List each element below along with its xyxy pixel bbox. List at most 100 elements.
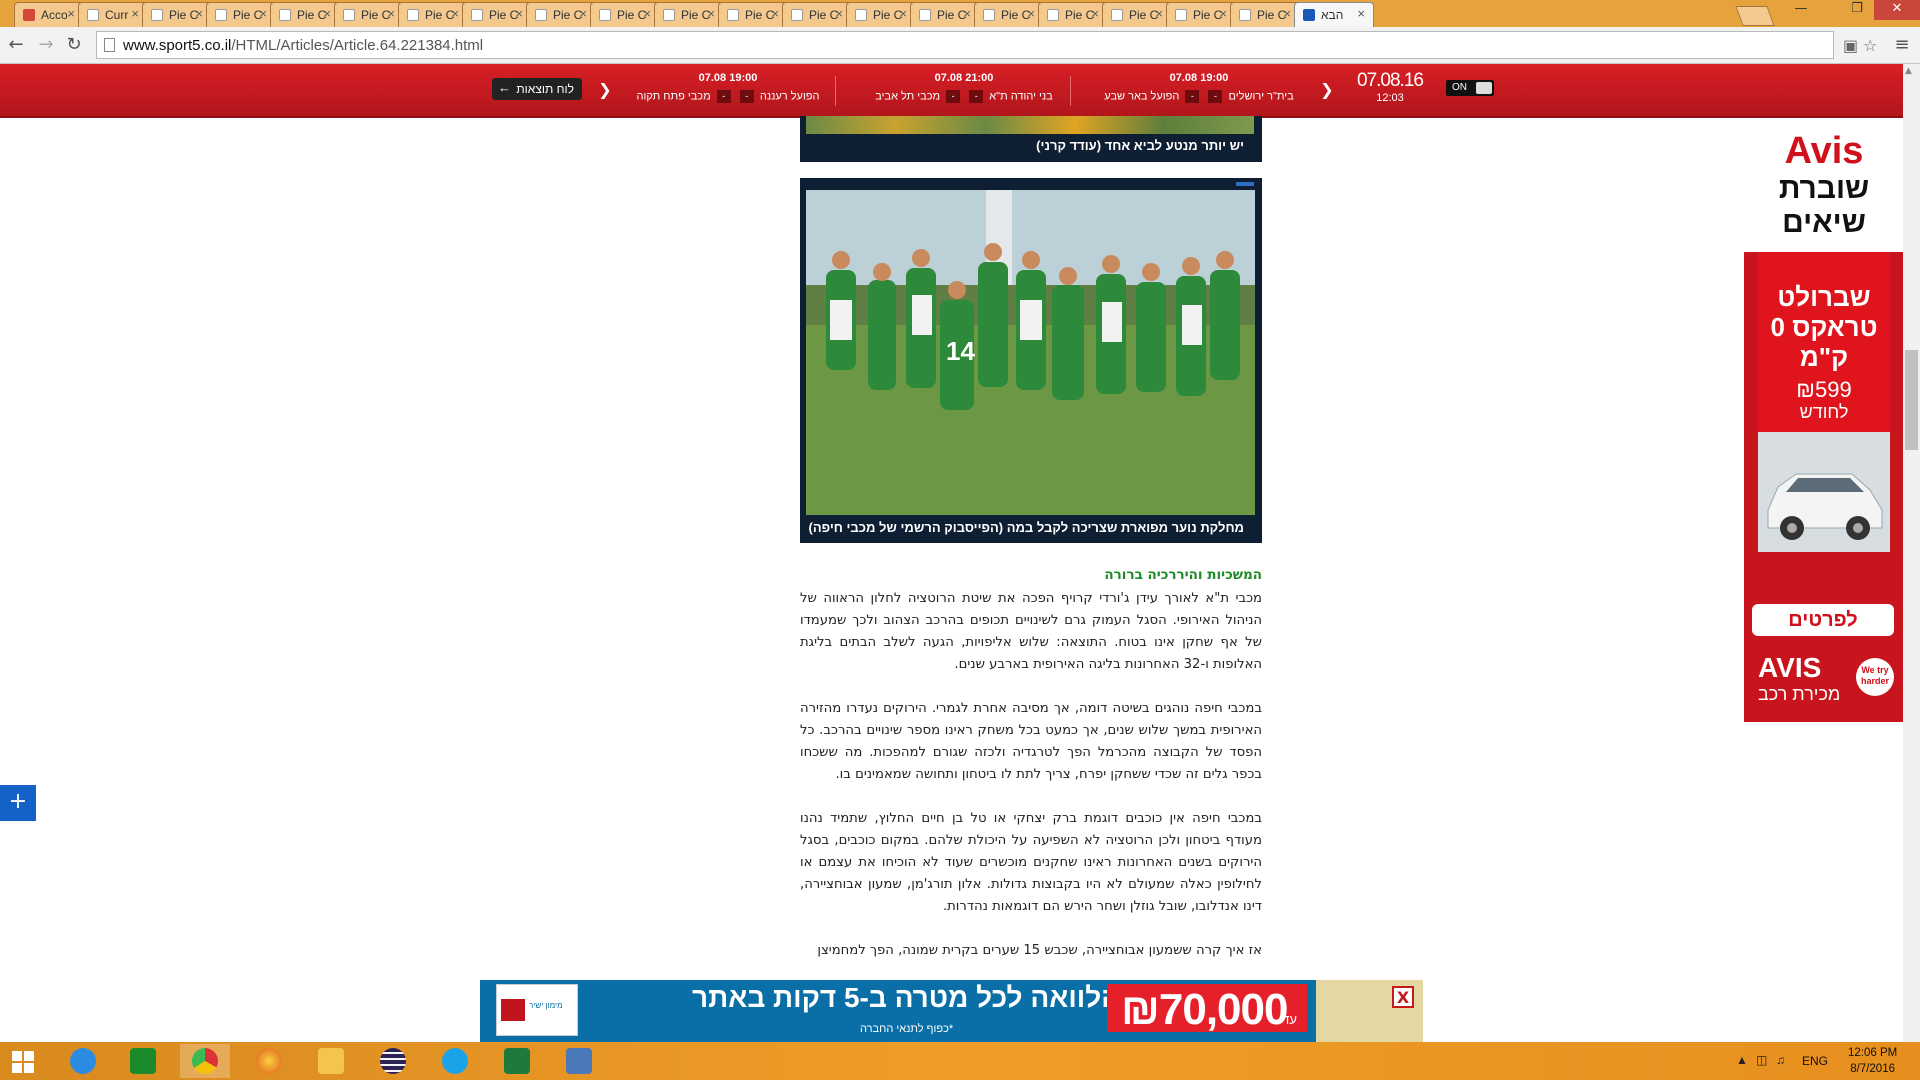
browser-tab[interactable]: Pie C × [1166, 2, 1236, 27]
game-3[interactable]: 07.08 19:00 הפועל רעננה - - מכבי פתח תקו… [622, 70, 834, 112]
browser-tab[interactable]: Pie C × [654, 2, 724, 27]
start-button[interactable] [0, 1044, 46, 1078]
chrome-icon[interactable] [180, 1044, 230, 1078]
game-1[interactable]: 07.08 19:00 בית"ר ירושלים - - הפועל באר … [1093, 70, 1305, 112]
tab-close-icon[interactable]: × [963, 6, 971, 21]
store-icon[interactable] [118, 1044, 168, 1078]
language-indicator[interactable]: ENG [1802, 1054, 1828, 1068]
scorebar-prev-arrow-icon[interactable]: ❯ [596, 78, 614, 102]
tab-close-icon[interactable]: × [899, 6, 907, 21]
document-icon [727, 9, 739, 21]
live-toggle[interactable]: ON [1446, 80, 1494, 96]
tab-close-icon[interactable]: × [195, 6, 203, 21]
reload-icon[interactable]: ↻ [62, 33, 86, 57]
tab-close-icon[interactable]: × [67, 6, 75, 21]
scroll-up-icon[interactable]: ▲ [1905, 66, 1912, 76]
ad-details-button[interactable]: לפרטים [1752, 604, 1894, 636]
menu-icon[interactable]: ≡ [1890, 33, 1914, 57]
photo-expand-icon[interactable] [1236, 182, 1254, 186]
article-photo-2[interactable]: 14 מחלקת נוער מפוארת שצריכה לקבל במה (הפ… [800, 178, 1262, 543]
scorebar-time-value: 12:03 [1376, 92, 1404, 104]
browser-tab[interactable]: Pie C × [1102, 2, 1172, 27]
tab-close-icon[interactable]: × [1091, 6, 1099, 21]
browser-tab-title: Pie C [361, 8, 391, 22]
tab-close-icon[interactable]: × [387, 6, 395, 21]
browser-tab[interactable]: Pie C × [718, 2, 788, 27]
tab-close-icon[interactable]: × [1027, 6, 1035, 21]
tab-close-icon[interactable]: × [1283, 6, 1291, 21]
tab-close-icon[interactable]: × [323, 6, 331, 21]
loan-banner-ad[interactable]: מימון ישיר הלוואה לכל מטרה ב-5 דקות באתר… [480, 980, 1423, 1042]
ad-price-period: לחודש [1799, 402, 1849, 422]
maximize-icon[interactable]: ❐ [1842, 0, 1872, 20]
browser-tab[interactable]: Curr × [78, 2, 148, 27]
address-bar[interactable]: www.sport5.co.il/HTML/Articles/Article.6… [96, 31, 1877, 59]
document-icon [1239, 9, 1251, 21]
bookmark-star-icon[interactable]: ☆ [1863, 36, 1877, 55]
tab-close-icon[interactable]: × [707, 6, 715, 21]
url-text[interactable]: www.sport5.co.il/HTML/Articles/Article.6… [123, 37, 483, 54]
browser-tab[interactable]: הבא × [1294, 2, 1374, 27]
scrollbar-thumb[interactable] [1905, 350, 1918, 450]
windows-logo-icon [12, 1051, 22, 1061]
tab-close-icon[interactable]: × [259, 6, 267, 21]
browser-tab-strip: Acco × Curr × Pie C × Pie C × Pie C × Pie C × Pie C ×… [0, 0, 1920, 27]
browser-tab[interactable]: Pie C × [270, 2, 340, 27]
page-icon [104, 38, 115, 52]
tab-close-icon[interactable]: × [131, 6, 139, 21]
photo-2-image: 14 [806, 190, 1255, 515]
volume-icon[interactable]: ♫ [1776, 1053, 1785, 1067]
browser-tab[interactable]: Pie C × [398, 2, 468, 27]
browser-tab[interactable]: Pie C × [782, 2, 852, 27]
browser-tab[interactable]: Pie C × [526, 2, 596, 27]
show-hidden-icons-icon[interactable]: ▲ [1736, 1053, 1748, 1067]
browser-tab[interactable]: Pie C × [206, 2, 276, 27]
tab-close-icon[interactable]: × [451, 6, 459, 21]
forward-icon[interactable]: → [34, 33, 58, 57]
tab-close-icon[interactable]: × [515, 6, 523, 21]
game-2[interactable]: 07.08 21:00 בני יהודה ת"א - - מכבי תל אב… [858, 70, 1070, 112]
remote-desktop-icon[interactable] [554, 1044, 604, 1078]
eclipse-icon[interactable] [368, 1044, 418, 1078]
browser-tab[interactable]: Pie C × [1230, 2, 1300, 27]
avis-side-ad[interactable]: Avis שוברת שיאים שברולט טראקס 0 ק"מ ₪599… [1744, 122, 1904, 722]
tab-close-icon[interactable]: × [1357, 6, 1365, 21]
internet-explorer-icon[interactable] [58, 1044, 108, 1078]
close-window-icon[interactable]: ✕ [1874, 0, 1920, 20]
new-tab-button[interactable] [1735, 6, 1775, 26]
back-icon[interactable]: ← [4, 33, 28, 57]
scorebar-next-arrow-icon[interactable]: ❯ [1318, 78, 1336, 102]
browser-tab[interactable]: Pie C × [334, 2, 404, 27]
browser-tab[interactable]: Pie C × [1038, 2, 1108, 27]
browser-toolbar: ← → ↻ www.sport5.co.il/HTML/Articles/Art… [0, 27, 1920, 64]
tab-close-icon[interactable]: × [643, 6, 651, 21]
tab-close-icon[interactable]: × [579, 6, 587, 21]
browser-tab[interactable]: Acco × [14, 2, 84, 27]
page-scrollbar[interactable]: ▲ [1903, 64, 1920, 1042]
network-icon[interactable]: ◫ [1756, 1053, 1767, 1067]
file-explorer-icon[interactable] [306, 1044, 356, 1078]
browser-tab[interactable]: Pie C × [462, 2, 532, 27]
excel-icon[interactable] [492, 1044, 542, 1078]
results-table-button[interactable]: לוח תוצאות ← [492, 78, 582, 100]
browser-tab[interactable]: Pie C × [846, 2, 916, 27]
article-photo-1[interactable]: יש יותר מנטע לביא אחד (עודד קרני) [800, 116, 1262, 162]
minimize-icon[interactable]: — [1786, 0, 1816, 20]
game-away-score: - [1185, 90, 1200, 103]
banner-close-button[interactable]: X [1392, 986, 1414, 1008]
tab-close-icon[interactable]: × [771, 6, 779, 21]
tab-close-icon[interactable]: × [1219, 6, 1227, 21]
browser-tab-title: Pie C [553, 8, 583, 22]
skype-icon[interactable] [430, 1044, 480, 1078]
tab-close-icon[interactable]: × [1155, 6, 1163, 21]
photo-1-image [806, 116, 1254, 134]
share-plus-button[interactable]: + [0, 785, 36, 821]
firefox-icon[interactable] [244, 1044, 294, 1078]
browser-tab[interactable]: Pie C × [142, 2, 212, 27]
browser-tab[interactable]: Pie C × [590, 2, 660, 27]
translate-icon[interactable]: ▣ [1843, 36, 1858, 55]
clock[interactable]: 12:06 PM 8/7/2016 [1848, 1045, 1897, 1077]
browser-tab[interactable]: Pie C × [974, 2, 1044, 27]
tab-close-icon[interactable]: × [835, 6, 843, 21]
browser-tab[interactable]: Pie C × [910, 2, 980, 27]
